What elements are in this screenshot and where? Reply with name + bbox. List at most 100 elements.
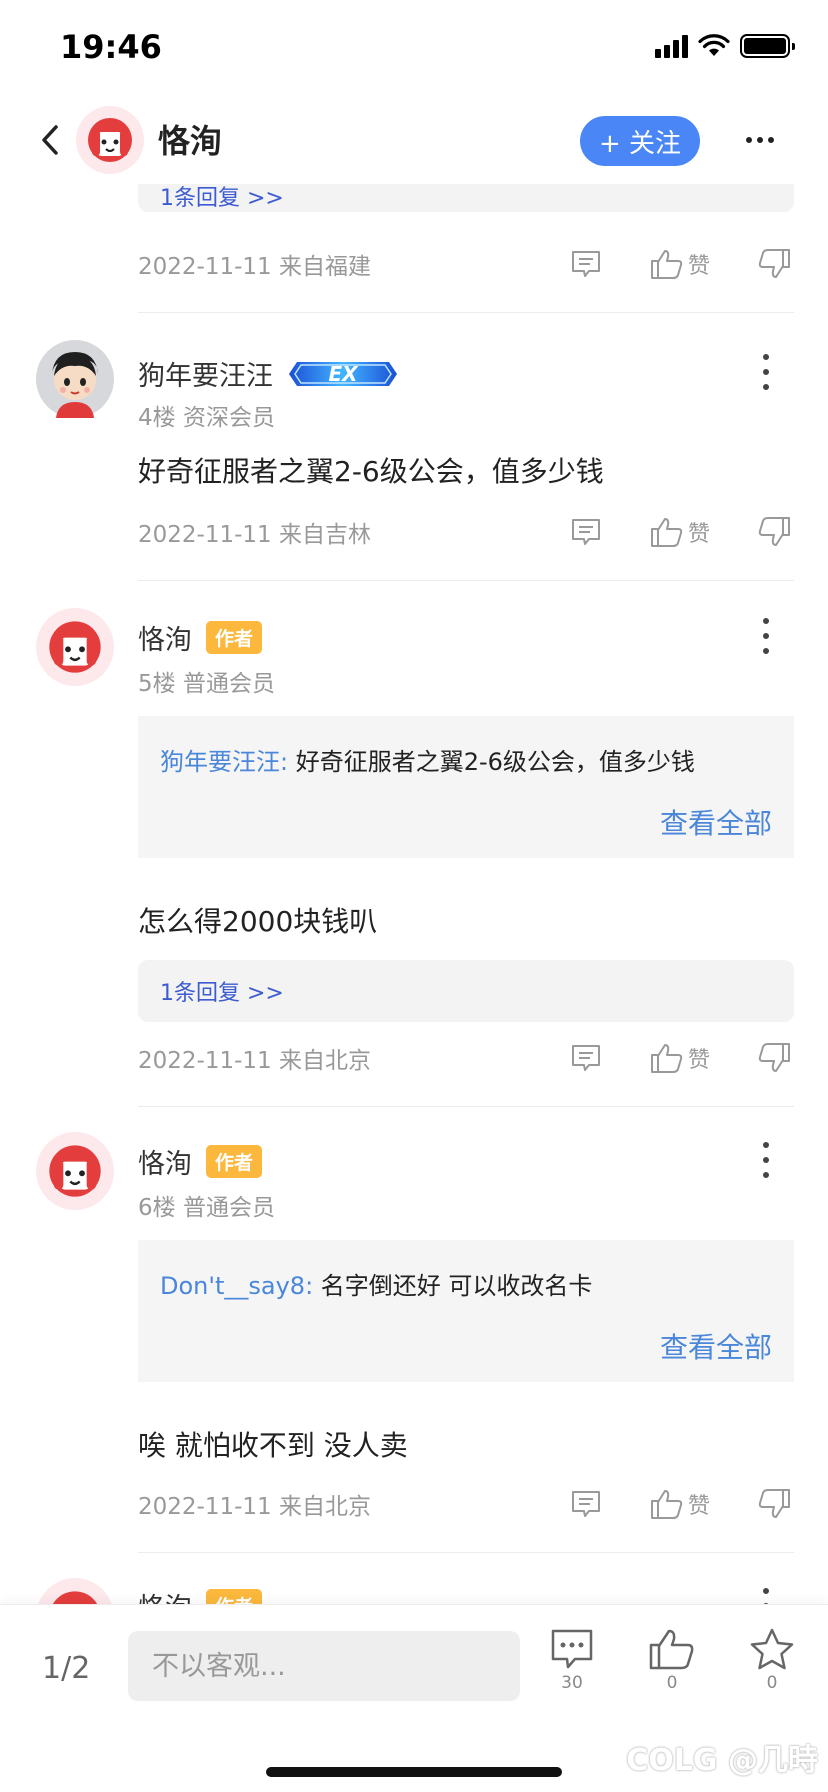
avatar-image xyxy=(52,1591,98,1604)
comment-text: 好奇征服者之翼2-6级公会，值多少钱 xyxy=(138,455,604,488)
favorite-button[interactable]: 0 xyxy=(740,1627,804,1693)
likes-count: 0 xyxy=(666,1673,678,1693)
avatar-image xyxy=(36,340,114,418)
user-name-row: 狗年要汪汪 EX xyxy=(138,354,399,393)
home-indicator xyxy=(266,1767,562,1777)
user-name[interactable]: 恪洵 xyxy=(138,1142,192,1181)
comment-menu-button[interactable] xyxy=(756,618,776,654)
battery-icon xyxy=(740,34,795,58)
like-button[interactable]: 赞 xyxy=(632,516,728,548)
like-button[interactable]: 赞 xyxy=(632,1488,728,1520)
comment-menu-button[interactable] xyxy=(756,1588,776,1604)
author-avatar[interactable] xyxy=(76,106,144,174)
user-name[interactable]: 恪洵 xyxy=(138,618,192,657)
user-avatar[interactable] xyxy=(36,1132,114,1210)
reply-summary-link[interactable]: 1条回复 >> xyxy=(138,960,794,1022)
divider xyxy=(138,1552,794,1553)
avatar-image xyxy=(49,621,101,673)
comment-icon xyxy=(572,1045,600,1071)
author-tag: 作者 xyxy=(206,621,263,654)
favorites-count: 0 xyxy=(766,1673,778,1693)
user-avatar[interactable] xyxy=(36,1578,114,1604)
floor-info: 5楼 普通会员 xyxy=(138,671,275,697)
like-button[interactable]: 赞 xyxy=(632,248,728,280)
author-tag: 作者 xyxy=(206,1145,263,1178)
dislike-button[interactable] xyxy=(754,516,794,548)
floor-info: 6楼 普通会员 xyxy=(138,1195,275,1221)
post-date-location: 2022-11-11 来自吉林 xyxy=(138,522,371,548)
user-name[interactable]: 狗年要汪汪 xyxy=(138,354,273,393)
like-button[interactable]: 赞 xyxy=(632,1042,728,1074)
floor-info: 4楼 资深会员 xyxy=(138,405,275,431)
dislike-button[interactable] xyxy=(754,1042,794,1074)
ex-level-badge: EX xyxy=(287,359,399,389)
user-name-row: 恪洵 作者 xyxy=(138,618,263,657)
comment-icon xyxy=(572,519,600,545)
thumb-up-icon xyxy=(650,250,683,279)
signal-icon xyxy=(655,34,688,58)
thumb-up-icon xyxy=(650,1490,683,1519)
bottom-bar: 1/2 30 0 0 COLG @几時 xyxy=(0,1604,828,1792)
user-avatar[interactable] xyxy=(36,340,114,418)
post-actions: 赞 xyxy=(566,244,794,284)
post-meta: 2022-11-11 来自北京 赞 xyxy=(138,1484,794,1524)
quoted-comment[interactable]: Don't__say8: 名字倒还好 可以收改名卡 查看全部 xyxy=(138,1240,794,1382)
thumb-down-icon xyxy=(758,1043,790,1072)
divider xyxy=(138,312,794,313)
reply-button[interactable] xyxy=(566,516,606,548)
back-button[interactable] xyxy=(40,118,74,162)
post-actions: 赞 xyxy=(566,512,794,552)
quote-text: 名字倒还好 可以收改名卡 xyxy=(320,1272,593,1300)
quoted-comment[interactable]: 狗年要汪汪: 好奇征服者之翼2-6级公会，值多少钱 查看全部 xyxy=(138,716,794,858)
dislike-button[interactable] xyxy=(754,248,794,280)
view-all-link[interactable]: 查看全部 xyxy=(660,1326,772,1366)
quote-user[interactable]: Don't__say8: xyxy=(160,1272,313,1300)
view-all-link[interactable]: 查看全部 xyxy=(660,802,772,842)
page-indicator[interactable]: 1/2 xyxy=(42,1651,90,1686)
dislike-button[interactable] xyxy=(754,1488,794,1520)
thumb-down-icon xyxy=(758,249,790,278)
post-meta: 2022-11-11 来自北京 赞 xyxy=(138,1038,794,1078)
comment-icon xyxy=(551,1629,593,1669)
status-bar: 19:46 xyxy=(0,0,828,96)
avatar-image xyxy=(88,118,132,162)
status-time: 19:46 xyxy=(60,28,162,66)
page-title: 恪洵 xyxy=(158,122,223,160)
comment-icon xyxy=(572,251,600,277)
user-avatar[interactable] xyxy=(36,608,114,686)
quote-user[interactable]: 狗年要汪汪: xyxy=(160,748,288,776)
comment-input[interactable] xyxy=(128,1631,520,1701)
header: 恪洵 + 关注 xyxy=(0,96,828,184)
thumb-up-icon xyxy=(650,518,683,547)
reply-button[interactable] xyxy=(566,1042,606,1074)
comments-button[interactable]: 30 xyxy=(540,1627,604,1693)
post-actions: 赞 xyxy=(566,1484,794,1524)
more-options-button[interactable] xyxy=(740,122,780,158)
divider xyxy=(138,580,794,581)
comment-menu-button[interactable] xyxy=(756,354,776,390)
user-name[interactable]: 恪洵 xyxy=(138,1586,192,1604)
thumb-down-icon xyxy=(758,1489,790,1518)
comment-icon xyxy=(572,1491,600,1517)
reply-summary-link[interactable]: 1条回复 >> xyxy=(138,184,794,212)
user-name-row: 恪洵 作者 xyxy=(138,1142,263,1181)
comment-text: 唉 就怕收不到 没人卖 xyxy=(138,1429,408,1462)
user-name-row: 恪洵 作者 xyxy=(138,1586,263,1604)
star-icon xyxy=(750,1628,794,1670)
back-icon xyxy=(42,125,58,155)
more-icon xyxy=(746,137,752,143)
follow-button[interactable]: + 关注 xyxy=(580,116,700,166)
quote-line: Don't__say8: 名字倒还好 可以收改名卡 xyxy=(160,1266,592,1301)
comment-menu-button[interactable] xyxy=(756,1142,776,1178)
reply-button[interactable] xyxy=(566,1488,606,1520)
thumb-up-icon xyxy=(650,1044,683,1073)
comment-list[interactable]: 1条回复 >> 2022-11-11 来自福建 赞 狗年要汪汪 EX 4楼 资深… xyxy=(0,184,828,1604)
quote-line: 狗年要汪汪: 好奇征服者之翼2-6级公会，值多少钱 xyxy=(160,742,695,777)
like-post-button[interactable]: 0 xyxy=(640,1627,704,1693)
divider xyxy=(138,1106,794,1107)
reply-button[interactable] xyxy=(566,248,606,280)
thumb-up-icon xyxy=(649,1629,694,1670)
comment-text: 怎么得2000块钱叭 xyxy=(138,905,378,938)
status-icons xyxy=(655,34,795,58)
post-meta: 2022-11-11 来自吉林 赞 xyxy=(138,512,794,552)
